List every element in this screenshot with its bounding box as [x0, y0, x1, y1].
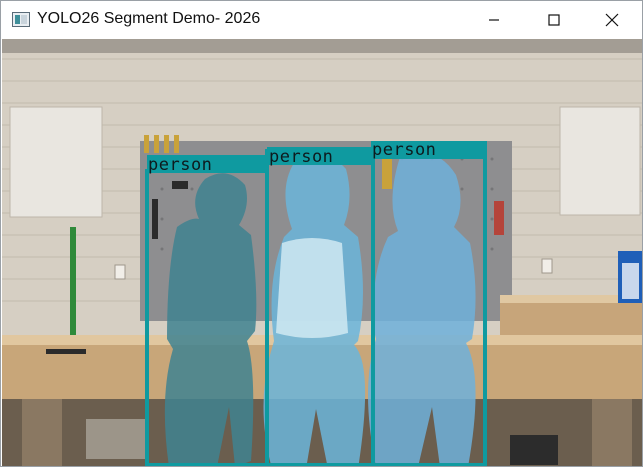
- scene-image: [2, 39, 642, 466]
- close-button[interactable]: [589, 1, 635, 39]
- maximize-icon: [548, 14, 560, 26]
- detection-label: person: [372, 140, 437, 160]
- title-bar[interactable]: YOLO26 Segment Demo- 2026: [1, 1, 642, 39]
- detection-label: person: [269, 147, 334, 167]
- maximize-button[interactable]: [531, 1, 577, 39]
- detection-label: person: [148, 155, 213, 175]
- app-window: YOLO26 Segment Demo- 2026 person person …: [0, 0, 643, 467]
- video-frame: person person person: [2, 39, 642, 466]
- close-icon: [605, 13, 619, 27]
- minimize-button[interactable]: [471, 1, 517, 39]
- app-window-icon: [12, 12, 30, 27]
- window-title: YOLO26 Segment Demo- 2026: [37, 10, 261, 27]
- segmentation-masks: [164, 152, 476, 466]
- minimize-icon: [489, 19, 499, 21]
